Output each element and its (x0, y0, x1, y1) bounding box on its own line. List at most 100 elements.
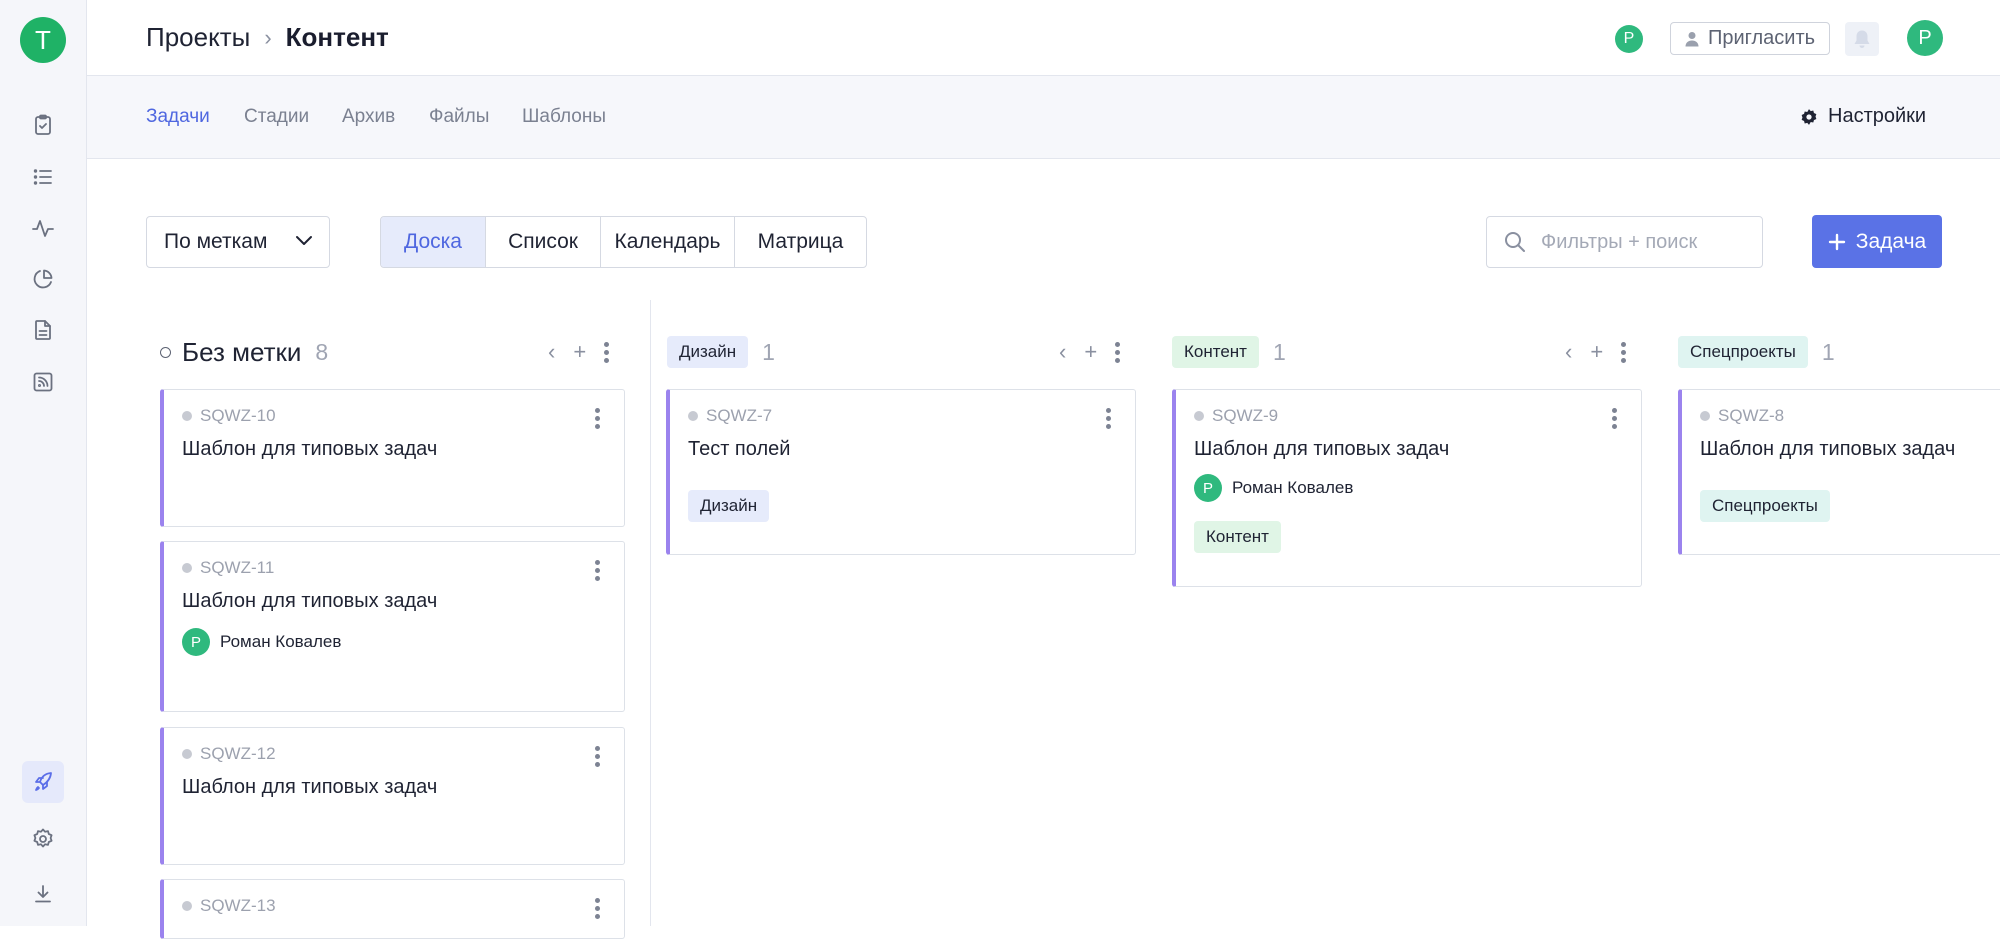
add-task-label: Задача (1855, 229, 1927, 253)
search-input[interactable] (1541, 230, 1741, 254)
column-tag: Контент (1172, 336, 1259, 368)
column-more-icon[interactable] (604, 341, 610, 363)
view-calendar[interactable]: Календарь (601, 217, 735, 267)
pie-chart-icon[interactable] (22, 258, 64, 300)
task-id: SQWZ-11 (182, 558, 274, 578)
task-id-text: SQWZ-8 (1718, 406, 1785, 425)
invite-button[interactable]: Пригласить (1670, 22, 1830, 55)
task-tag: Дизайн (688, 490, 770, 522)
column-controls: ‹ + (548, 339, 610, 365)
add-task-button[interactable]: Задача (1812, 215, 1942, 268)
column-tag: Дизайн (667, 336, 749, 368)
add-card-plus-icon[interactable]: + (573, 339, 586, 365)
page-title: Контент (285, 22, 389, 52)
gear-icon[interactable] (22, 818, 64, 860)
notifications-button[interactable] (1845, 22, 1879, 56)
column-header: Контент 1 (1172, 334, 1286, 370)
task-card[interactable]: SQWZ-12 Шаблон для типовых задач (160, 727, 625, 865)
column-more-icon[interactable] (1621, 341, 1627, 363)
task-id-text: SQWZ-13 (200, 896, 276, 915)
settings-label: Настройки (1828, 105, 1927, 127)
task-assignee: Р Роман Ковалев (182, 628, 341, 656)
task-tag: Спецпроекты (1700, 490, 1830, 522)
tab-files[interactable]: Файлы (429, 106, 489, 128)
task-card[interactable]: SQWZ-11 Шаблон для типовых задач Р Роман… (160, 541, 625, 712)
user-avatar[interactable]: Р (1907, 20, 1943, 56)
column-divider (650, 300, 651, 926)
collapse-chevron-left-icon[interactable]: ‹ (1565, 339, 1572, 365)
column-controls: ‹ + (1059, 339, 1121, 365)
column-tag: Спецпроекты (1678, 336, 1808, 368)
tab-templates[interactable]: Шаблоны (522, 106, 606, 128)
tab-archive[interactable]: Архив (342, 106, 395, 128)
card-more-icon[interactable] (595, 898, 600, 919)
breadcrumb-projects[interactable]: Проекты (146, 22, 250, 53)
card-more-icon[interactable] (1106, 408, 1111, 429)
document-icon[interactable] (22, 309, 64, 351)
task-id: SQWZ-10 (182, 406, 276, 426)
collapse-chevron-left-icon[interactable]: ‹ (548, 339, 555, 365)
column-count: 8 (315, 338, 329, 365)
status-dot-icon (182, 411, 192, 421)
status-dot-icon (688, 411, 698, 421)
add-card-plus-icon[interactable]: + (1084, 339, 1097, 365)
task-title: Тест полей (688, 438, 791, 460)
task-id: SQWZ-12 (182, 744, 276, 764)
tab-stages[interactable]: Стадии (244, 106, 309, 128)
project-subnav: Задачи Стадии Архив Файлы Шаблоны Настро… (87, 76, 2000, 159)
task-id-text: SQWZ-11 (200, 558, 275, 577)
column-count: 1 (1272, 338, 1286, 365)
task-title: Шаблон для типовых задач (182, 590, 438, 612)
workspace-avatar[interactable]: T (20, 17, 66, 63)
collapse-chevron-left-icon[interactable]: ‹ (1059, 339, 1066, 365)
task-title: Шаблон для типовых задач (182, 776, 438, 798)
gear-icon (1801, 108, 1817, 125)
search-box (1486, 216, 1763, 268)
card-more-icon[interactable] (595, 408, 600, 429)
column-title: Без метки (182, 336, 302, 367)
tab-tasks[interactable]: Задачи (146, 106, 210, 128)
status-dot-icon (1700, 411, 1710, 421)
task-title: Шаблон для типовых задач (1700, 438, 1956, 460)
task-title: Шаблон для типовых задач (1194, 438, 1450, 460)
task-card[interactable]: SQWZ-10 Шаблон для типовых задач (160, 389, 625, 527)
breadcrumb: Проекты › Контент (146, 22, 389, 53)
card-more-icon[interactable] (595, 560, 600, 581)
list-icon[interactable] (22, 156, 64, 198)
search-icon (1505, 232, 1525, 252)
rss-icon[interactable] (22, 361, 64, 403)
bell-icon (1854, 30, 1870, 48)
task-id: SQWZ-7 (688, 406, 772, 426)
activity-icon[interactable] (22, 207, 64, 249)
view-board[interactable]: Доска (381, 217, 486, 267)
card-more-icon[interactable] (595, 746, 600, 767)
task-card[interactable]: SQWZ-13 (160, 879, 625, 939)
task-id-text: SQWZ-10 (200, 406, 276, 425)
user-icon (1685, 31, 1699, 46)
no-label-circle-icon (160, 346, 171, 358)
group-by-select[interactable]: По меткам (146, 216, 330, 268)
task-card[interactable]: SQWZ-7 Тест полей Дизайн (666, 389, 1136, 555)
invite-label: Пригласить (1707, 27, 1816, 49)
status-dot-icon (182, 901, 192, 911)
task-tag: Контент (1194, 521, 1281, 553)
column-header: Без метки 8 (160, 334, 328, 370)
assignee-name: Роман Ковалев (220, 632, 342, 651)
view-matrix[interactable]: Матрица (735, 217, 866, 267)
column-more-icon[interactable] (1115, 341, 1121, 363)
member-avatar[interactable]: Р (1615, 25, 1643, 53)
download-icon[interactable] (22, 873, 64, 915)
view-list[interactable]: Список (486, 217, 601, 267)
status-dot-icon (1194, 411, 1204, 421)
task-card[interactable]: SQWZ-9 Шаблон для типовых задач Р Роман … (1172, 389, 1642, 587)
task-title: Шаблон для типовых задач (182, 438, 438, 460)
tasks-icon[interactable] (22, 104, 64, 146)
task-id: SQWZ-9 (1194, 406, 1278, 426)
add-card-plus-icon[interactable]: + (1590, 339, 1603, 365)
settings-button[interactable]: Настройки (1800, 105, 1926, 128)
task-card[interactable]: SQWZ-8 Шаблон для типовых задач Спецпрое… (1678, 389, 2000, 555)
rocket-icon[interactable] (22, 761, 64, 803)
top-bar: Проекты › Контент Р Пригласить Р (87, 0, 2000, 76)
column-count: 1 (762, 338, 775, 365)
card-more-icon[interactable] (1612, 408, 1617, 429)
